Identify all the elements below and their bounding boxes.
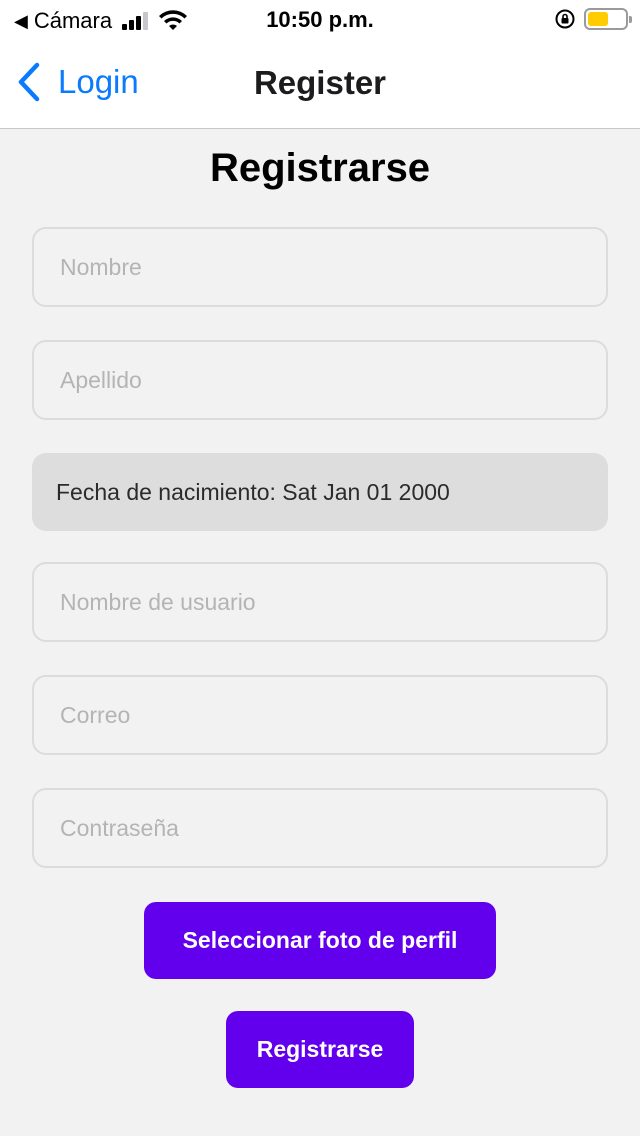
email-field[interactable]: [32, 675, 608, 755]
battery-icon: [584, 8, 632, 30]
nav-title: Register: [253, 64, 387, 101]
status-time: 10:50 p.m.: [266, 7, 374, 32]
navigation-bar: Login Register: [0, 42, 640, 129]
birth-date-text: Fecha de nacimiento: Sat Jan 01 2000: [56, 478, 450, 505]
page-title: Registrarse: [209, 146, 431, 190]
status-bar: ◀ Cámara 10:50 p.m.: [0, 0, 640, 42]
battery-fill: [588, 12, 608, 26]
birth-date-picker[interactable]: Fecha de nacimiento: Sat Jan 01 2000: [32, 453, 608, 531]
select-profile-photo-button[interactable]: Seleccionar foto de perfil: [144, 902, 496, 979]
username-field[interactable]: [32, 562, 608, 642]
last-name-field[interactable]: [32, 340, 608, 420]
register-button[interactable]: Registrarse: [226, 1011, 414, 1088]
orientation-lock-icon: [555, 9, 575, 29]
password-field[interactable]: [32, 788, 608, 868]
first-name-field[interactable]: [32, 227, 608, 307]
